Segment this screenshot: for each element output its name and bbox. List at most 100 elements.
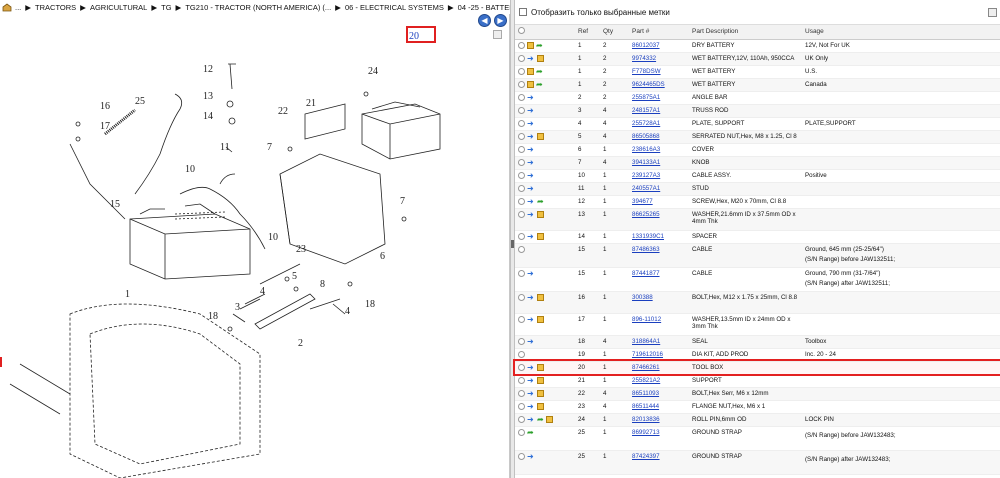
package-icon[interactable] (527, 67, 534, 75)
package-icon[interactable] (537, 376, 544, 384)
select-row-icon[interactable] (518, 389, 525, 397)
package-icon[interactable] (537, 210, 544, 218)
table-row[interactable]: ➜ 16 1 300388 BOLT,Hex, M12 x 1.75 x 25mm, C… (515, 291, 1000, 314)
table-row[interactable]: ➜ 15 1 87441877 CABLE Ground, 790 mm (31-7/64… (515, 267, 1000, 292)
part-number-link[interactable]: 86511444 (632, 403, 659, 410)
diagram-label-14[interactable]: 14 (203, 111, 213, 122)
table-row[interactable]: ➜ 22 4 86511093 BOLT,Hex Serr, M6 x 12mm (515, 387, 1000, 401)
part-number-link[interactable]: 255875A1 (632, 94, 660, 101)
select-row-icon[interactable] (518, 41, 525, 49)
part-number-link[interactable]: 239127A3 (632, 172, 660, 179)
table-row[interactable]: ➜ 23 4 86511444 FLANGE NUT,Hex, M6 x 1 (515, 400, 1000, 414)
add-to-cart-icon[interactable]: ➜ (527, 452, 535, 461)
part-number-link[interactable]: 86505868 (632, 133, 660, 140)
header-ref[interactable]: Ref (575, 25, 600, 40)
add-to-cart-icon[interactable]: ➜ (527, 132, 535, 141)
breadcrumb-item[interactable]: AGRICULTURAL (90, 3, 147, 12)
table-row-selected[interactable]: ➜ 20 1 87466261 TOOL BOX (513, 359, 1000, 376)
part-number-link[interactable]: 318864A1 (632, 338, 660, 345)
package-icon[interactable] (537, 293, 544, 301)
part-number-link[interactable]: 240557A1 (632, 185, 660, 192)
substitute-arrow-icon[interactable]: ➦ (527, 428, 534, 436)
substitute-arrow-icon[interactable]: ➦ (536, 80, 543, 88)
diagram-label-6[interactable]: 6 (380, 251, 385, 262)
expand-icon[interactable] (493, 30, 502, 39)
part-number-link[interactable]: 87486363 (632, 246, 660, 253)
table-row[interactable]: ➜ 25 1 87424397 GROUND STRAP (S/N Range) afte… (515, 450, 1000, 475)
diagram-label-13[interactable]: 13 (203, 91, 213, 102)
table-row[interactable]: ➜ 4 4 255728A1 PLATE, SUPPORT PLATE,SUPPORT (515, 117, 1000, 131)
diagram-label-23[interactable]: 23 (296, 244, 306, 255)
add-to-cart-icon[interactable]: ➜ (527, 171, 535, 180)
header-qty[interactable]: Qty (600, 25, 629, 40)
select-row-icon[interactable] (518, 132, 525, 140)
diagram-label-15[interactable]: 15 (110, 199, 120, 210)
select-row-icon[interactable] (518, 106, 525, 114)
table-row[interactable]: ➦ 25 1 86992713 GROUND STRAP (S/N Range) befo… (515, 426, 1000, 451)
table-row[interactable]: 15 1 87486363 CABLE Ground, 645 mm (25-25/64… (515, 243, 1000, 268)
select-row-icon[interactable] (518, 67, 525, 75)
select-row-icon[interactable] (518, 415, 525, 423)
part-number-link[interactable]: 86625265 (632, 211, 660, 218)
select-row-icon[interactable] (518, 428, 525, 436)
table-row[interactable]: ➦ 1 2 F778DSW WET BATTERY U.S. (515, 65, 1000, 79)
substitute-arrow-icon[interactable]: ➦ (537, 415, 544, 423)
package-icon[interactable] (537, 315, 544, 323)
breadcrumb-item[interactable]: 06 - ELECTRICAL SYSTEMS (345, 3, 444, 12)
breadcrumb-item[interactable]: TRACTORS (35, 3, 76, 12)
diagram-label-3[interactable]: 3 (235, 302, 240, 313)
diagram-label-4[interactable]: 4 (260, 286, 265, 297)
add-to-cart-icon[interactable]: ➜ (527, 269, 535, 278)
table-row[interactable]: ➜ 17 1 896-11012 WASHER,13.5mm ID x 24mm OD … (515, 313, 1000, 336)
home-icon[interactable] (2, 3, 12, 12)
select-row-icon[interactable] (518, 80, 525, 88)
part-number-link[interactable]: 86012037 (632, 42, 660, 49)
table-row[interactable]: ➜ 5 4 86505868 SERRATED NUT,Hex, M8 x 1.25, … (515, 130, 1000, 144)
add-to-cart-icon[interactable]: ➜ (527, 389, 535, 398)
part-number-link[interactable]: 9974332 (632, 55, 656, 62)
breadcrumb-item[interactable]: ... (15, 3, 21, 12)
diagram-label-22[interactable]: 22 (278, 106, 288, 117)
select-row-icon[interactable] (518, 232, 525, 240)
package-icon[interactable] (537, 363, 544, 371)
table-row[interactable]: ➜ 2 2 255875A1 ANGLE BAR (515, 91, 1000, 105)
part-number-link[interactable]: 255821A2 (632, 377, 660, 384)
part-number-link[interactable]: 719612016 (632, 351, 663, 358)
add-to-cart-icon[interactable]: ➜ (527, 158, 535, 167)
part-number-link[interactable]: 87441877 (632, 270, 660, 277)
part-number-link[interactable]: 82013836 (632, 416, 660, 423)
diagram-label-12[interactable]: 12 (203, 64, 213, 75)
package-icon[interactable] (537, 132, 544, 140)
part-number-link[interactable]: 394133A1 (632, 159, 660, 166)
add-to-cart-icon[interactable]: ➜ (527, 145, 535, 154)
part-number-link[interactable]: 248157A1 (632, 107, 660, 114)
diagram-label-10[interactable]: 10 (185, 164, 195, 175)
package-icon[interactable] (537, 389, 544, 397)
add-to-cart-icon[interactable]: ➜ (527, 402, 535, 411)
select-row-icon[interactable] (518, 337, 525, 345)
add-to-cart-icon[interactable]: ➜ (527, 232, 535, 241)
table-row[interactable]: ➜ 13 1 86625265 WASHER,21.6mm ID x 37.5mm OD… (515, 208, 1000, 231)
select-all-header[interactable] (515, 25, 575, 40)
part-number-link[interactable]: 1331939C1 (632, 233, 664, 240)
package-icon[interactable] (537, 54, 544, 62)
select-row-icon[interactable] (518, 269, 525, 277)
diagram-label-25[interactable]: 25 (135, 96, 145, 107)
diagram-label-21[interactable]: 21 (306, 98, 316, 109)
package-icon[interactable] (527, 41, 534, 49)
select-all-icon[interactable] (518, 27, 525, 35)
diagram-label-24[interactable]: 24 (368, 66, 378, 77)
table-row[interactable]: ➜ ➦ 12 1 394677 SCREW,Hex, M20 x 70mm, Cl 8.8 (515, 195, 1000, 209)
table-row[interactable]: ➜ 21 1 255821A2 SUPPORT (515, 374, 1000, 388)
table-row[interactable]: ➜ 7 4 394133A1 KNOB (515, 156, 1000, 170)
diagram-label-11[interactable]: 11 (220, 142, 230, 153)
table-row[interactable]: ➜ 14 1 1331939C1 SPACER (515, 230, 1000, 244)
substitute-arrow-icon[interactable]: ➦ (536, 41, 543, 49)
package-icon[interactable] (527, 80, 534, 88)
diagram-label-16[interactable]: 16 (100, 101, 110, 112)
select-row-icon[interactable] (518, 210, 525, 218)
select-row-icon[interactable] (518, 245, 525, 253)
table-row[interactable]: ➦ 1 2 9624465DS WET BATTERY Canada (515, 78, 1000, 92)
diagram-label-10b[interactable]: 10 (268, 232, 278, 243)
diagram-label-18b[interactable]: 18 (365, 299, 375, 310)
